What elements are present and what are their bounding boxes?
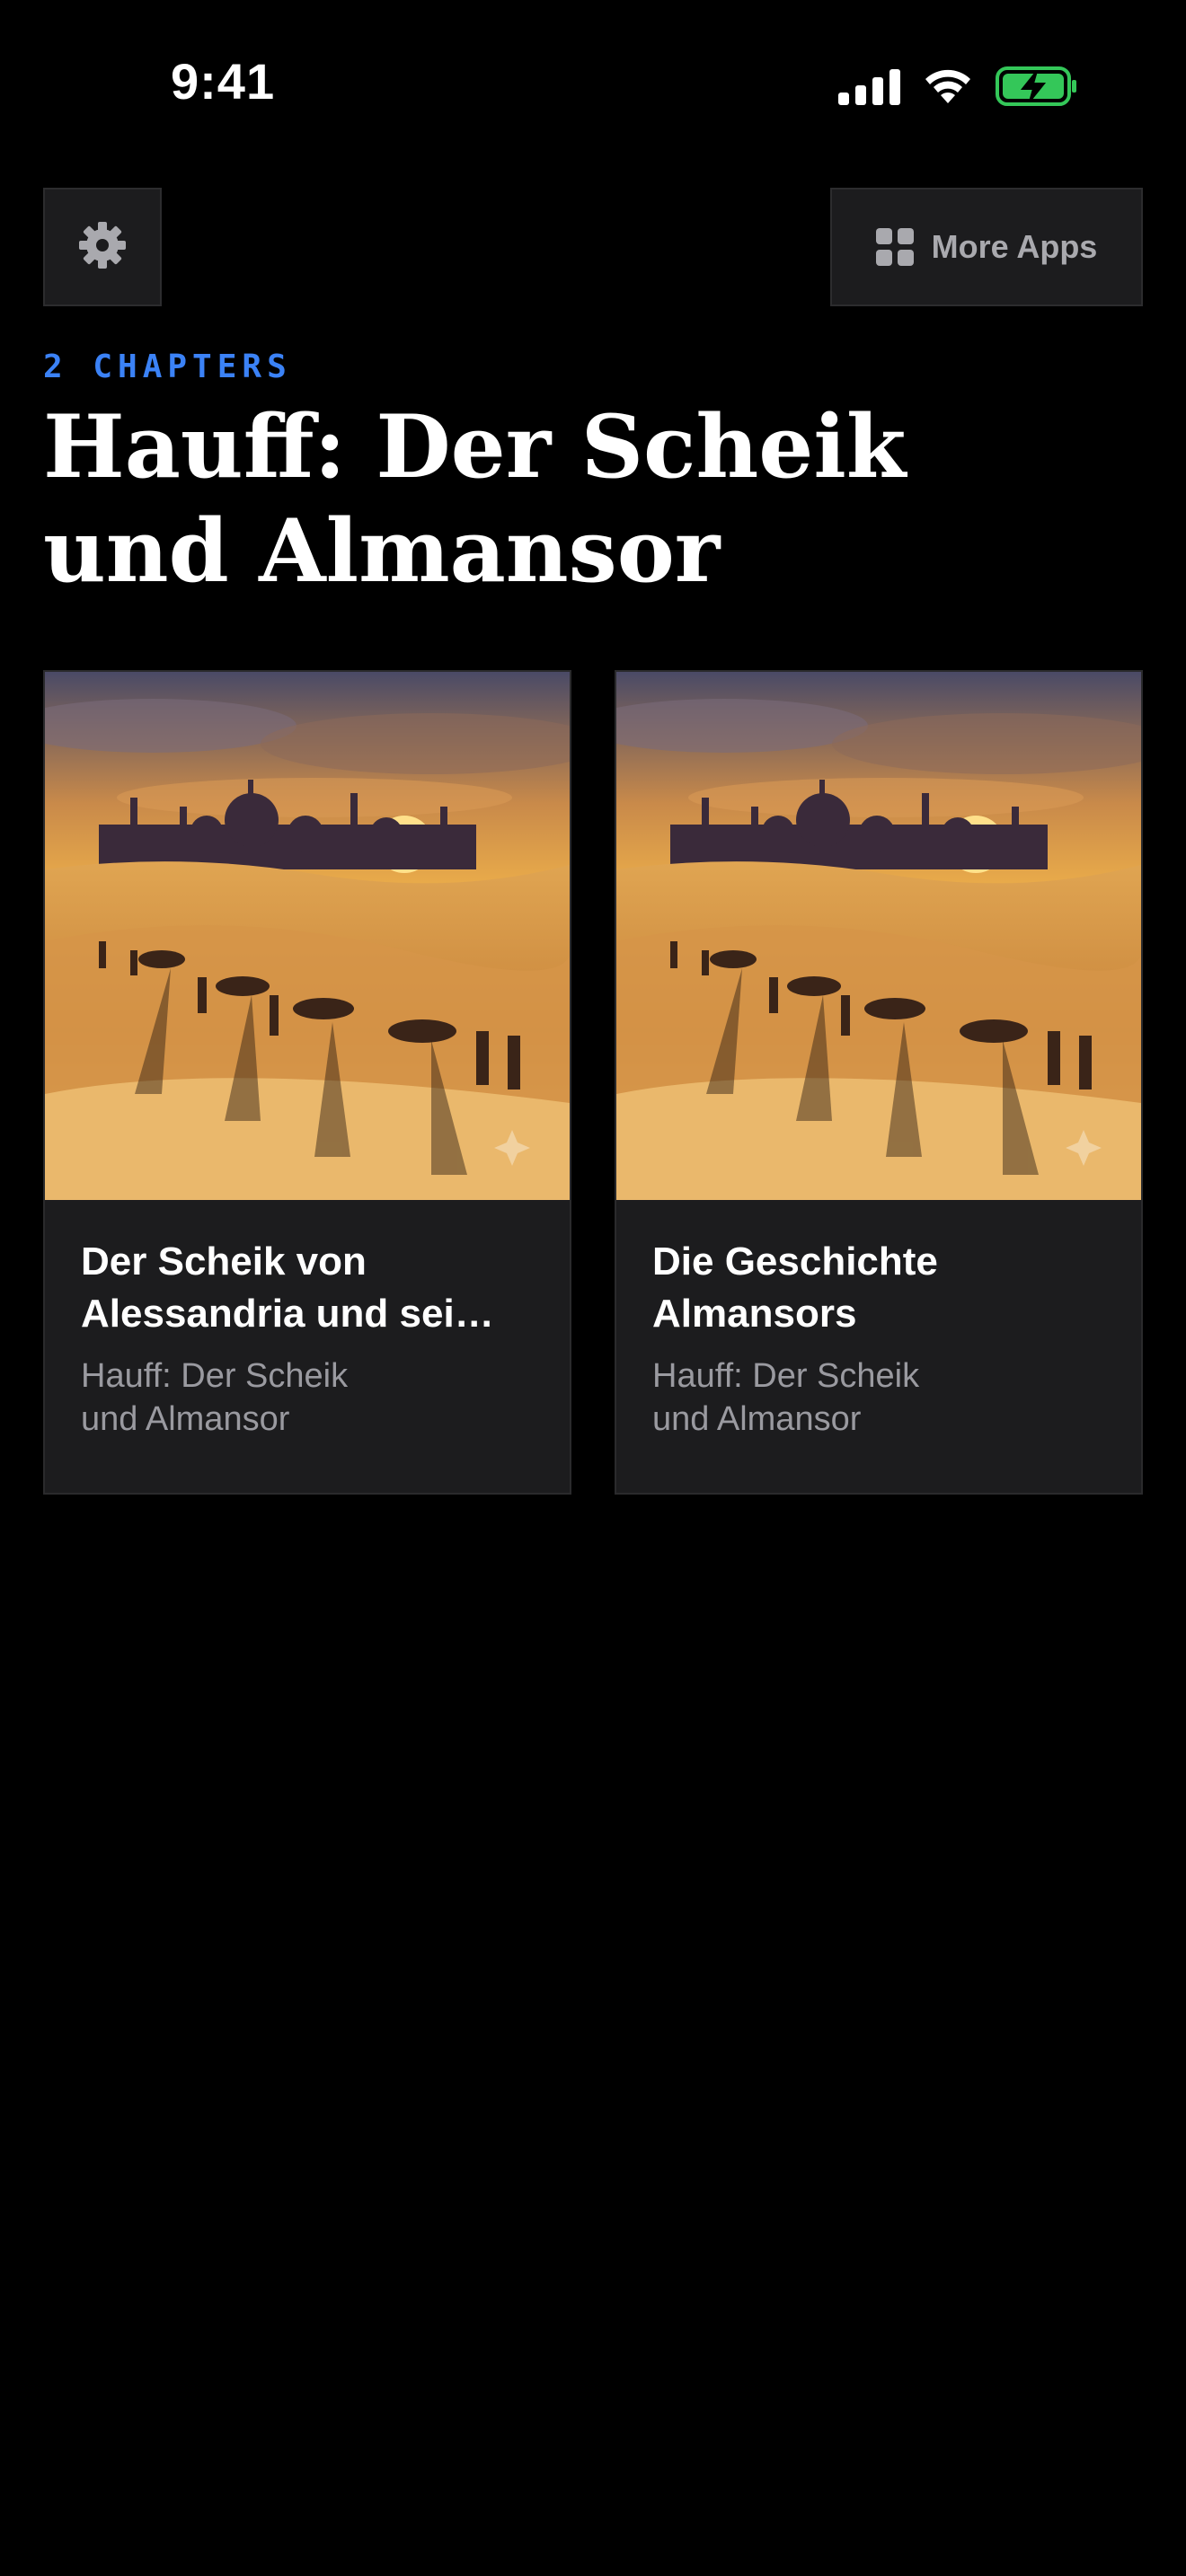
chapter-card[interactable]: Die Geschichte Almansors Hauff: Der Sche… — [615, 670, 1143, 1495]
chapter-subtitle: Hauff: Der Scheik und Almansor — [81, 1357, 349, 1438]
status-time: 9:41 — [171, 53, 276, 110]
chapter-card[interactable]: Der Scheik von Alessandria und sei… Hauf… — [43, 670, 571, 1495]
chapter-cover-image — [45, 672, 570, 1200]
chapter-cover-image — [616, 672, 1141, 1200]
chapter-subtitle: Hauff: Der Scheik und Almansor — [652, 1357, 920, 1438]
wifi-icon — [922, 67, 974, 105]
status-bar: 9:41 — [0, 0, 1186, 172]
more-apps-button[interactable]: More Apps — [830, 188, 1143, 306]
status-icons — [838, 65, 1078, 108]
gear-icon — [78, 221, 127, 274]
chapter-count: 2 CHAPTERS — [43, 348, 292, 385]
cellular-signal-icon — [838, 67, 900, 105]
battery-charging-icon — [996, 66, 1078, 106]
more-apps-label: More Apps — [931, 228, 1098, 265]
grid-icon — [875, 228, 914, 266]
settings-button[interactable] — [43, 188, 162, 306]
chapter-title: Die Geschichte Almansors — [652, 1239, 938, 1336]
page-title: Hauff: Der Scheik und Almansor — [43, 396, 907, 602]
chapter-title: Der Scheik von Alessandria und sei… — [81, 1239, 494, 1336]
